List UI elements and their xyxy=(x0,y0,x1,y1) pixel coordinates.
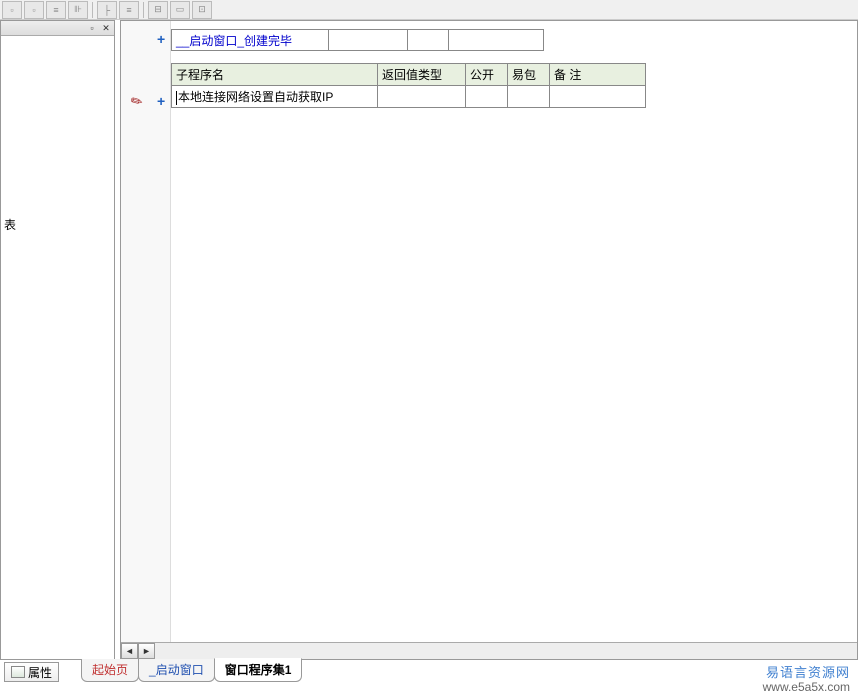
panel-minimize-icon[interactable]: ▫ xyxy=(86,23,98,33)
public-cell[interactable] xyxy=(466,86,508,108)
toolbar-btn-6[interactable]: ≡ xyxy=(119,1,139,19)
event-row[interactable]: __启动窗口_创建完毕 xyxy=(171,29,857,51)
left-panel-body: 表 xyxy=(1,36,114,659)
toolbar-btn-1[interactable]: ▫ xyxy=(2,1,22,19)
left-panel: ▫ ✕ 表 xyxy=(0,20,115,660)
toolbar-btn-9[interactable]: ⊡ xyxy=(192,1,212,19)
panel-close-icon[interactable]: ✕ xyxy=(100,23,112,34)
header-easy-pack: 易包 xyxy=(508,64,550,86)
return-type-cell[interactable] xyxy=(378,86,466,108)
tab-startup-window[interactable]: _启动窗口 xyxy=(138,659,215,682)
edit-pen-icon: ✎ xyxy=(128,91,147,112)
tab-window-program-set[interactable]: 窗口程序集1 xyxy=(214,658,303,682)
subroutine-name-cell[interactable]: 本地连接网络设置自动获取IP xyxy=(172,86,378,108)
toolbar: ▫ ▫ ≡ ⊪ ├ ≡ ⊟ ▭ ⊡ xyxy=(0,0,858,20)
editor-content: __启动窗口_创建完毕 子程序名 返回值类型 公开 易包 备 注 本地连接网络设… xyxy=(171,29,857,108)
properties-label: 属性 xyxy=(28,664,52,681)
table-row[interactable]: 本地连接网络设置自动获取IP xyxy=(172,86,646,108)
header-return-type: 返回值类型 xyxy=(378,64,466,86)
tab-strip: 起始页 _启动窗口 窗口程序集1 xyxy=(81,658,301,682)
event-cell-2[interactable] xyxy=(328,29,408,51)
easy-pack-cell[interactable] xyxy=(508,86,550,108)
toolbar-btn-7[interactable]: ⊟ xyxy=(148,1,168,19)
event-name-cell[interactable]: __启动窗口_创建完毕 xyxy=(171,29,329,51)
horizontal-scrollbar[interactable]: ◄ ► xyxy=(121,642,857,659)
expand-icon[interactable]: + xyxy=(157,93,165,109)
bottom-bar: 属性 起始页 _启动窗口 窗口程序集1 xyxy=(0,660,858,682)
code-editor: + ✎ + __启动窗口_创建完毕 子程序名 返回值类型 公开 易包 备 注 本… xyxy=(120,20,858,660)
event-cell-4[interactable] xyxy=(448,29,544,51)
subroutine-table: 子程序名 返回值类型 公开 易包 备 注 本地连接网络设置自动获取IP xyxy=(171,63,646,108)
expand-icon[interactable]: + xyxy=(157,31,165,47)
subroutine-name-text: 本地连接网络设置自动获取IP xyxy=(178,90,333,104)
watermark-title: 易语言资源网 xyxy=(763,665,850,680)
left-panel-text: 表 xyxy=(4,216,16,233)
header-public: 公开 xyxy=(466,64,508,86)
header-name: 子程序名 xyxy=(172,64,378,86)
scroll-left-icon[interactable]: ◄ xyxy=(121,643,138,659)
left-panel-header: ▫ ✕ xyxy=(1,21,114,36)
toolbar-separator xyxy=(143,2,144,18)
toolbar-btn-3[interactable]: ≡ xyxy=(46,1,66,19)
properties-icon xyxy=(11,666,25,678)
properties-button[interactable]: 属性 xyxy=(4,662,59,682)
editor-gutter: + ✎ + xyxy=(121,21,171,659)
toolbar-btn-4[interactable]: ⊪ xyxy=(68,1,88,19)
header-note: 备 注 xyxy=(550,64,646,86)
toolbar-btn-8[interactable]: ▭ xyxy=(170,1,190,19)
toolbar-btn-2[interactable]: ▫ xyxy=(24,1,44,19)
watermark: 易语言资源网 www.e5a5x.com xyxy=(763,665,850,695)
toolbar-separator xyxy=(92,2,93,18)
note-cell[interactable] xyxy=(550,86,646,108)
watermark-url: www.e5a5x.com xyxy=(763,680,850,695)
table-header-row: 子程序名 返回值类型 公开 易包 备 注 xyxy=(172,64,646,86)
tab-start-page[interactable]: 起始页 xyxy=(81,659,139,682)
event-cell-3[interactable] xyxy=(407,29,449,51)
scroll-right-icon[interactable]: ► xyxy=(138,643,155,659)
toolbar-btn-5[interactable]: ├ xyxy=(97,1,117,19)
